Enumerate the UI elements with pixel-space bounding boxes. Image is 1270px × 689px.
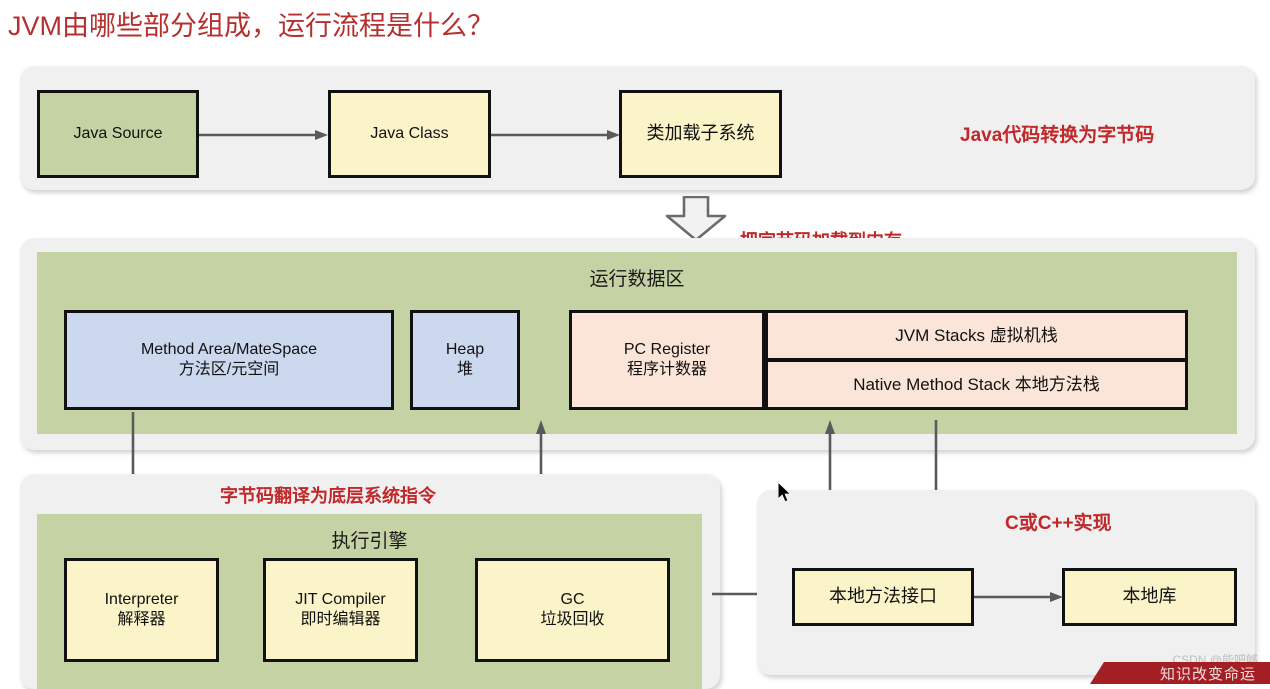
note-bytecode-to-instructions: 字节码翻译为底层系统指令 bbox=[220, 486, 436, 506]
mouse-cursor-icon bbox=[778, 482, 792, 503]
box-heap-line2: 堆 bbox=[456, 361, 473, 378]
box-method-area[interactable]: Method Area/MateSpace 方法区/元空间 bbox=[64, 310, 394, 410]
box-jit-compiler[interactable]: JIT Compiler 即时编辑器 bbox=[263, 558, 418, 662]
box-pc-register-line1: PC Register bbox=[623, 340, 711, 358]
box-method-area-line1: Method Area/MateSpace bbox=[140, 340, 318, 358]
box-jvm-stacks-label: JVM Stacks 虚拟机栈 bbox=[895, 325, 1058, 345]
arrow-class-to-loader bbox=[491, 130, 620, 140]
box-java-class-label: Java Class bbox=[370, 124, 449, 142]
native-implementation-panel: C或C++实现 本地方法接口 本地库 bbox=[757, 490, 1255, 675]
box-jvm-stacks[interactable]: JVM Stacks 虚拟机栈 bbox=[765, 310, 1188, 361]
box-pc-register-line2: 程序计数器 bbox=[626, 361, 707, 378]
runtime-data-area-title: 运行数据区 bbox=[589, 269, 685, 290]
box-gc-line1: GC bbox=[560, 590, 585, 608]
box-jit-compiler-line2: 即时编辑器 bbox=[300, 611, 381, 628]
box-interpreter-line2: 解释器 bbox=[117, 611, 166, 628]
box-java-class[interactable]: Java Class bbox=[328, 90, 491, 178]
box-java-source[interactable]: Java Source bbox=[37, 90, 199, 178]
note-c-cpp-implementation: C或C++实现 bbox=[1005, 513, 1112, 534]
box-class-loader-subsystem[interactable]: 类加载子系统 bbox=[619, 90, 782, 178]
arrow-native-interface-to-library bbox=[974, 592, 1063, 602]
box-native-method-interface[interactable]: 本地方法接口 bbox=[792, 568, 974, 626]
box-java-source-label: Java Source bbox=[73, 124, 163, 142]
box-pc-register[interactable]: PC Register 程序计数器 bbox=[569, 310, 765, 410]
box-native-method-stack[interactable]: Native Method Stack 本地方法栈 bbox=[765, 359, 1188, 410]
compile-flow-panel: Java Source Java Class 类加载子系统 Java代码转换为字… bbox=[20, 66, 1255, 190]
execution-engine-title: 执行引擎 bbox=[331, 531, 408, 552]
watermark-ribbon-text: 知识改变命运 bbox=[1159, 666, 1256, 683]
box-interpreter[interactable]: Interpreter 解释器 bbox=[64, 558, 219, 662]
box-gc-line2: 垃圾回收 bbox=[540, 611, 605, 628]
box-method-area-line2: 方法区/元空间 bbox=[178, 361, 280, 378]
box-interpreter-line1: Interpreter bbox=[104, 590, 179, 608]
page-title: JVM由哪些部分组成，运行流程是什么？ bbox=[8, 11, 494, 41]
runtime-data-area-panel: 运行数据区 Method Area/MateSpace 方法区/元空间 Heap… bbox=[20, 238, 1255, 450]
box-native-method-interface-label: 本地方法接口 bbox=[829, 586, 937, 607]
box-class-loader-subsystem-label: 类加载子系统 bbox=[646, 123, 755, 144]
box-jit-compiler-line1: JIT Compiler bbox=[295, 590, 386, 608]
box-native-method-stack-label: Native Method Stack 本地方法栈 bbox=[853, 374, 1100, 394]
block-arrow-down-icon bbox=[665, 196, 727, 242]
box-native-library[interactable]: 本地库 bbox=[1062, 568, 1237, 626]
execution-engine-panel: 字节码翻译为底层系统指令 执行引擎 Interpreter 解释器 JIT Co… bbox=[20, 474, 720, 689]
box-native-library-label: 本地库 bbox=[1122, 586, 1177, 607]
box-gc[interactable]: GC 垃圾回收 bbox=[475, 558, 670, 662]
box-heap-line1: Heap bbox=[445, 340, 485, 358]
arrow-source-to-class bbox=[199, 130, 328, 140]
box-heap[interactable]: Heap 堆 bbox=[410, 310, 520, 410]
note-java-to-bytecode: Java代码转换为字节码 bbox=[960, 125, 1155, 146]
